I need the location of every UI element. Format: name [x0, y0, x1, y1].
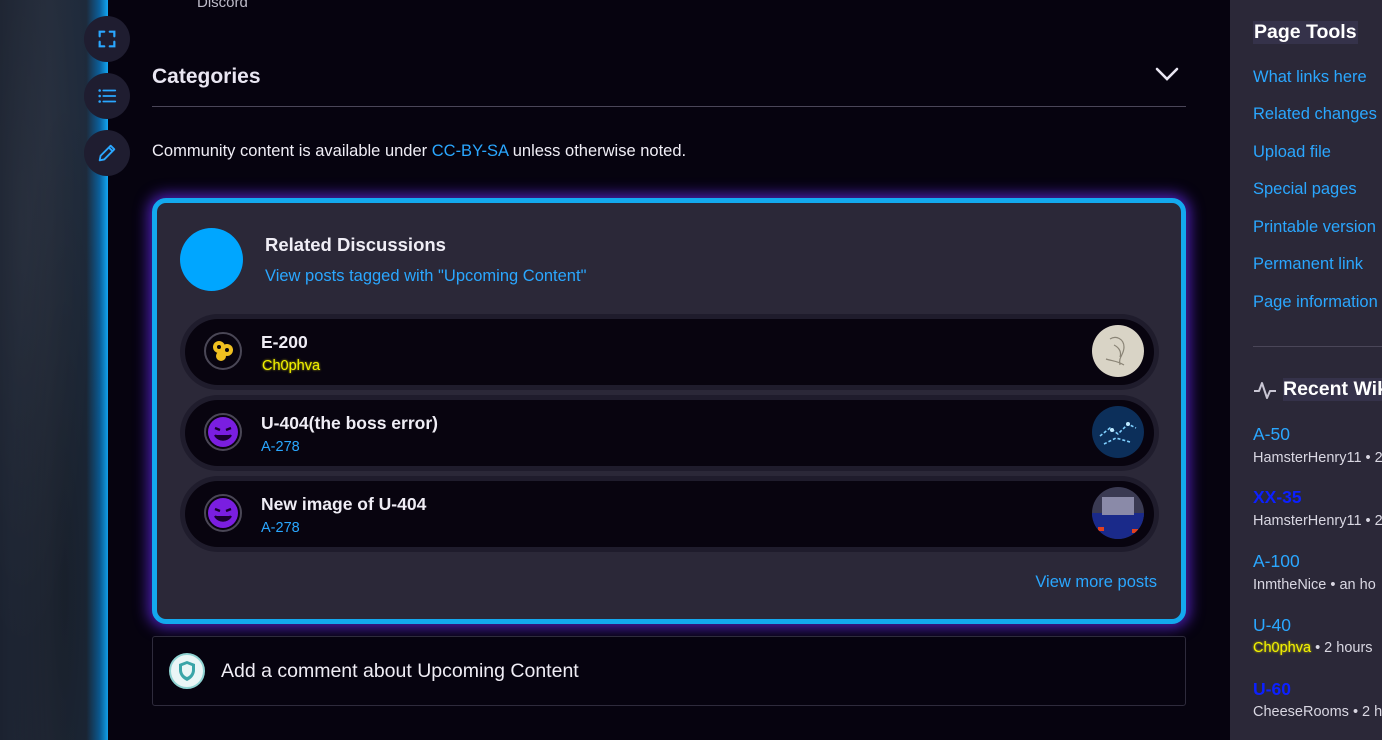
recent-edit-time: • 2 hours [1311, 640, 1373, 656]
tool-link-upload-file[interactable]: Upload file [1253, 143, 1331, 162]
related-discussions-panel: Related Discussions View posts tagged wi… [152, 198, 1186, 624]
recent-edit-time: • an ho [1326, 577, 1376, 593]
categories-section[interactable]: Categories [152, 60, 1186, 107]
recent-activity-header: Recent Wiki Activity [1253, 378, 1382, 401]
user-avatar-icon [204, 332, 242, 370]
discussion-post[interactable]: E-200 Ch0phva [180, 314, 1159, 390]
fullscreen-icon [98, 30, 116, 48]
license-notice: Community content is available under CC-… [152, 142, 686, 161]
post-thumbnail [1092, 406, 1144, 458]
discussion-post[interactable]: U-404(the boss error) A-278 [180, 395, 1159, 471]
recent-page-link[interactable]: U-40 [1253, 615, 1291, 636]
related-discussions-title: Related Discussions [265, 234, 446, 255]
recent-edit-meta: HamsterHenry11 • 2 [1253, 513, 1382, 529]
recent-edit-user[interactable]: HamsterHenry11 [1253, 513, 1362, 529]
post-thumbnail [1092, 487, 1144, 539]
tool-link-special-pages[interactable]: Special pages [1253, 180, 1357, 199]
recent-activity-title: Recent Wiki Activity [1283, 378, 1382, 401]
list-icon [98, 89, 117, 103]
tool-link-related-changes[interactable]: Related changes [1253, 105, 1377, 124]
tool-link-printable-version[interactable]: Printable version [1253, 218, 1376, 237]
recent-page-link[interactable]: XX-35 [1253, 487, 1302, 508]
recent-edit-meta: CheeseRooms • 2 h [1253, 704, 1382, 720]
shield-avatar-icon [169, 653, 205, 689]
right-sidebar: Page Tools What links here Related chang… [1230, 0, 1382, 740]
recent-page-link[interactable]: A-100 [1253, 551, 1300, 572]
user-avatar-icon [204, 494, 242, 532]
tool-link-permanent-link[interactable]: Permanent link [1253, 255, 1363, 274]
page-action-rail [84, 16, 130, 187]
license-suffix: unless otherwise noted. [508, 142, 687, 160]
post-author[interactable]: Ch0phva [261, 358, 321, 374]
recent-page-link[interactable]: U-60 [1253, 679, 1291, 700]
tool-link-what-links-here[interactable]: What links here [1253, 68, 1367, 87]
edit-page-button[interactable] [84, 130, 130, 176]
license-link[interactable]: CC-BY-SA [432, 142, 508, 160]
user-avatar-icon [204, 413, 242, 451]
recent-edit-time: • 2 [1361, 513, 1382, 529]
recent-page-link[interactable]: A-50 [1253, 424, 1290, 445]
post-title[interactable]: U-404(the boss error) [261, 413, 438, 434]
post-thumbnail [1092, 325, 1144, 377]
recent-edit-user[interactable]: CheeseRooms [1253, 704, 1349, 720]
categories-title: Categories [152, 65, 261, 88]
recent-edit-time: • 2 h [1348, 704, 1382, 720]
recent-edit-user[interactable]: InmtheNice [1253, 577, 1326, 593]
view-tagged-posts-link[interactable]: View posts tagged with "Upcoming Content… [265, 267, 586, 286]
fullscreen-button[interactable] [84, 16, 130, 62]
recent-edit-meta: HamsterHenry11 • 2 [1253, 450, 1382, 466]
post-title[interactable]: New image of U-404 [261, 494, 426, 515]
page-tools-title: Page Tools [1253, 21, 1358, 44]
view-more-posts-link[interactable]: View more posts [1035, 573, 1157, 592]
recent-edit-meta: Ch0phva • 2 hours [1253, 640, 1373, 656]
comment-placeholder[interactable]: Add a comment about Upcoming Content [221, 660, 579, 683]
post-title[interactable]: E-200 [261, 332, 308, 353]
post-author[interactable]: A-278 [261, 439, 300, 455]
tool-link-page-information[interactable]: Page information [1253, 293, 1378, 312]
recent-edit-meta: InmtheNice • an ho [1253, 577, 1376, 593]
post-author[interactable]: A-278 [261, 520, 300, 536]
license-prefix: Community content is available under [152, 142, 432, 160]
sidebar-divider [1253, 346, 1382, 347]
table-of-contents-button[interactable] [84, 73, 130, 119]
activity-icon [1254, 381, 1276, 399]
recent-edit-user[interactable]: HamsterHenry11 [1253, 450, 1362, 466]
recent-edit-user[interactable]: Ch0phva [1253, 640, 1311, 656]
comment-input[interactable]: Add a comment about Upcoming Content [152, 636, 1186, 706]
discord-label[interactable]: Discord [197, 0, 248, 11]
recent-edit-time: • 2 [1361, 450, 1382, 466]
pencil-icon [98, 144, 116, 162]
discussions-avatar [180, 228, 243, 291]
chevron-down-icon[interactable] [1154, 66, 1180, 84]
discussion-post[interactable]: New image of U-404 A-278 [180, 476, 1159, 552]
